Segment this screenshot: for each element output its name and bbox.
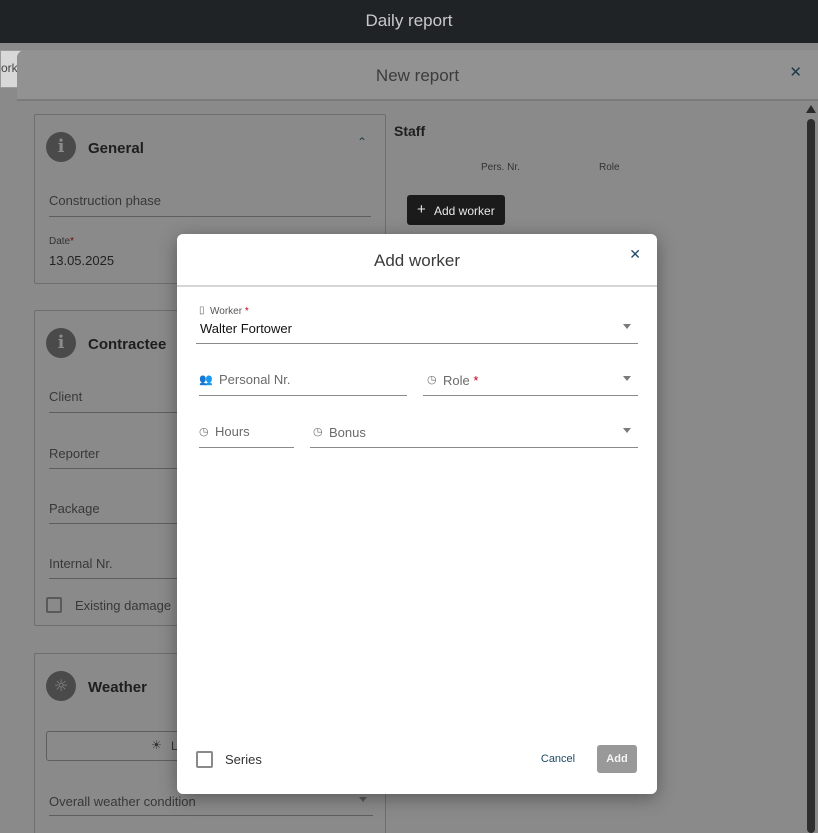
field-underline (199, 395, 407, 396)
clock-icon: ◷ (313, 426, 323, 438)
chevron-up-icon[interactable]: ⌃ (357, 135, 367, 149)
existing-damage-checkbox[interactable] (46, 597, 62, 613)
client-field[interactable]: Client (49, 389, 82, 404)
field-underline (199, 447, 294, 448)
series-checkbox[interactable] (196, 751, 213, 768)
clock-icon: ◷ (199, 426, 209, 438)
add-worker-label: Add worker (434, 204, 495, 218)
chevron-down-icon[interactable] (623, 376, 631, 381)
worker-select[interactable]: Walter Fortower (200, 321, 292, 336)
staff-column-role: Role (599, 162, 620, 173)
bonus-select[interactable]: Bonus (329, 425, 366, 440)
sun-cloud-icon: ☀ (151, 738, 162, 752)
close-icon[interactable]: ✕ (629, 246, 641, 263)
overall-weather-select[interactable]: Overall weather condition (49, 794, 196, 809)
field-underline (196, 343, 638, 344)
scrollbar[interactable] (806, 105, 816, 833)
package-field[interactable]: Package (49, 501, 100, 516)
contractee-title: Contractee (88, 336, 167, 353)
chevron-down-icon[interactable] (623, 324, 631, 329)
info-icon: i (46, 328, 76, 358)
field-underline (423, 395, 638, 396)
plus-icon: + (417, 201, 426, 218)
existing-damage-label: Existing damage (75, 598, 172, 613)
chevron-down-icon[interactable] (623, 428, 631, 433)
required-marker: * (473, 373, 479, 388)
chevron-down-icon[interactable] (359, 797, 367, 802)
scroll-thumb[interactable] (807, 119, 815, 833)
background-tab-label: ork (1, 61, 18, 75)
required-marker: * (70, 236, 75, 247)
internal-nr-field[interactable]: Internal Nr. (49, 556, 113, 571)
construction-phase-field[interactable]: Construction phase (49, 193, 161, 208)
worker-label-text: Worker (210, 306, 243, 317)
add-worker-button[interactable]: + Add worker (407, 195, 505, 225)
field-underline (49, 815, 373, 816)
building-icon: ▯ (199, 305, 205, 316)
close-icon[interactable]: ✕ (789, 63, 802, 81)
general-title: General (88, 140, 144, 157)
date-label: Date* (49, 236, 74, 247)
dialog-title: Add worker (374, 251, 460, 270)
cancel-button[interactable]: Cancel (533, 745, 583, 773)
role-select[interactable]: Role * (443, 373, 478, 388)
add-worker-dialog: Add worker ✕ ▯ Worker * Walter Fortower … (177, 234, 657, 794)
dialog-header: Add worker ✕ (177, 234, 657, 287)
field-underline (310, 447, 638, 448)
scroll-up-arrow-icon[interactable] (806, 105, 816, 113)
personal-nr-field[interactable]: Personal Nr. (219, 372, 291, 387)
weather-icon: ☼ (46, 671, 76, 701)
people-icon: 👥 (199, 374, 213, 386)
add-button[interactable]: Add (597, 745, 637, 773)
date-label-text: Date (49, 236, 71, 247)
app-title: Daily report (365, 11, 453, 30)
staff-column-pers-nr: Pers. Nr. (481, 162, 520, 173)
sheet-header: New report ✕ (17, 50, 818, 101)
role-placeholder: Role (443, 373, 470, 388)
field-underline (49, 216, 371, 217)
staff-title: Staff (394, 123, 426, 139)
worker-label: Worker * (210, 306, 249, 317)
reporter-field[interactable]: Reporter (49, 446, 100, 461)
date-field[interactable]: 13.05.2025 (49, 253, 114, 268)
hours-field[interactable]: Hours (215, 424, 250, 439)
required-marker: * (244, 306, 249, 317)
sheet-title: New report (375, 66, 460, 85)
app-bar: Daily report (0, 0, 818, 43)
series-label: Series (225, 752, 262, 767)
weather-title: Weather (88, 679, 147, 696)
clock-icon: ◷ (427, 374, 437, 386)
info-icon: i (46, 132, 76, 162)
